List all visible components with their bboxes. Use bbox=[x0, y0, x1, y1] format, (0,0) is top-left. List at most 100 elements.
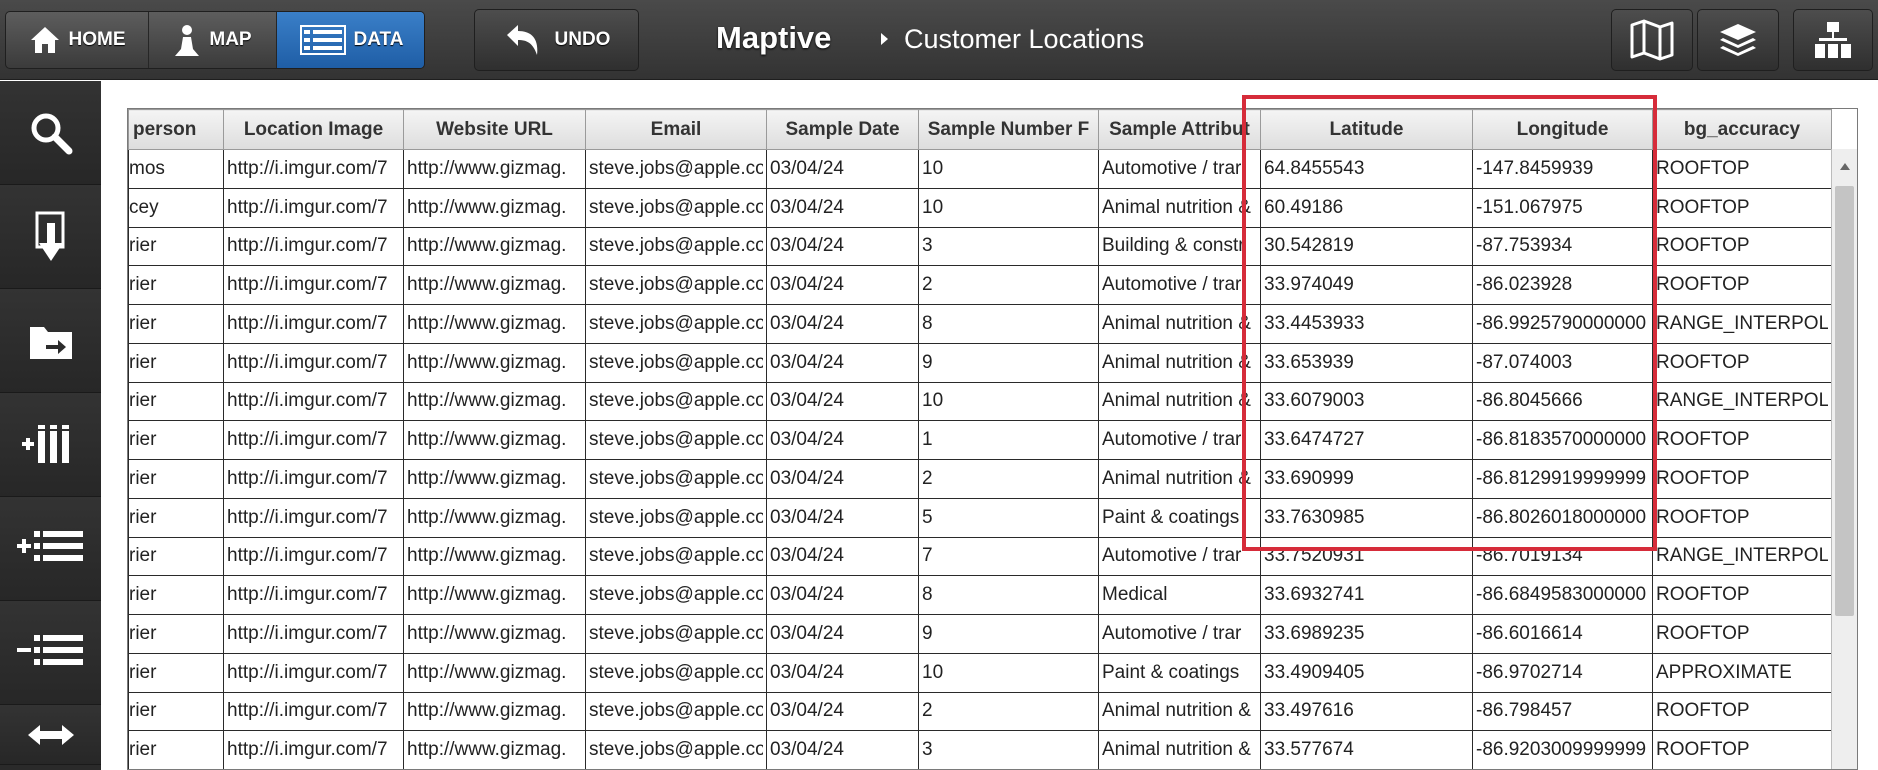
table-cell[interactable]: http://www.gizmag. bbox=[403, 459, 586, 499]
table-cell[interactable]: -86.8026018000000 bbox=[1472, 497, 1653, 538]
table-cell[interactable]: steve.jobs@apple.co bbox=[585, 575, 767, 615]
column-header[interactable]: Location Image bbox=[223, 109, 404, 150]
table-cell[interactable]: http://i.imgur.com/7 bbox=[223, 614, 404, 654]
table-cell[interactable]: http://i.imgur.com/7 bbox=[223, 381, 404, 422]
hierarchy-button[interactable] bbox=[1793, 9, 1873, 71]
table-cell[interactable]: http://www.gizmag. bbox=[403, 652, 586, 693]
table-cell[interactable]: 8 bbox=[918, 304, 1099, 344]
table-cell[interactable]: Building & constr bbox=[1098, 226, 1261, 267]
table-cell[interactable]: 03/04/24 bbox=[766, 575, 919, 615]
table-row[interactable]: rier http://i.imgur.com/7 http://www.gizma… bbox=[128, 614, 1832, 654]
table-cell[interactable]: http://i.imgur.com/7 bbox=[223, 691, 404, 732]
table-cell[interactable]: http://i.imgur.com/7 bbox=[223, 536, 404, 577]
table-cell[interactable]: 10 bbox=[918, 652, 1099, 693]
table-cell[interactable]: 1 bbox=[918, 420, 1099, 460]
resize-columns-button[interactable] bbox=[0, 705, 101, 765]
table-cell[interactable]: http://i.imgur.com/7 bbox=[223, 342, 404, 383]
table-cell[interactable]: Automotive / trar bbox=[1098, 536, 1261, 577]
table-cell[interactable]: 33.974049 bbox=[1260, 265, 1473, 305]
table-row[interactable]: rier http://i.imgur.com/7 http://www.gizma… bbox=[128, 575, 1832, 615]
table-cell[interactable]: 10 bbox=[918, 187, 1099, 228]
table-cell[interactable]: 2 bbox=[918, 265, 1099, 305]
map-view-button[interactable] bbox=[1611, 9, 1693, 71]
table-cell[interactable]: http://www.gizmag. bbox=[403, 381, 586, 422]
table-cell[interactable]: 3 bbox=[918, 730, 1099, 769]
table-cell[interactable]: -87.753934 bbox=[1472, 226, 1653, 267]
column-header[interactable]: Sample Date bbox=[766, 109, 919, 150]
table-cell[interactable]: Automotive / trar bbox=[1098, 265, 1261, 305]
table-cell[interactable]: Animal nutrition & bbox=[1098, 459, 1261, 499]
table-row[interactable]: rier http://i.imgur.com/7 http://www.gizma… bbox=[128, 652, 1832, 693]
table-cell[interactable]: -86.7019134 bbox=[1472, 536, 1653, 577]
table-cell[interactable]: Animal nutrition & bbox=[1098, 342, 1261, 383]
table-cell[interactable]: steve.jobs@apple.co bbox=[585, 187, 767, 228]
table-cell[interactable]: -86.9925790000000 bbox=[1472, 304, 1653, 344]
table-cell[interactable]: http://www.gizmag. bbox=[403, 226, 586, 267]
table-cell[interactable]: steve.jobs@apple.co bbox=[585, 459, 767, 499]
table-cell[interactable]: rier bbox=[128, 730, 224, 769]
scroll-up-arrow-icon[interactable] bbox=[1840, 163, 1850, 170]
table-cell[interactable]: -86.6016614 bbox=[1472, 614, 1653, 654]
table-cell[interactable]: steve.jobs@apple.co bbox=[585, 536, 767, 577]
table-cell[interactable]: http://i.imgur.com/7 bbox=[223, 459, 404, 499]
table-row[interactable]: rier http://i.imgur.com/7 http://www.gizma… bbox=[128, 304, 1832, 344]
table-cell[interactable]: rier bbox=[128, 497, 224, 538]
import-data-button[interactable] bbox=[0, 185, 101, 289]
table-cell[interactable]: Automotive / trar bbox=[1098, 614, 1261, 654]
table-cell[interactable]: steve.jobs@apple.co bbox=[585, 614, 767, 654]
table-cell[interactable]: steve.jobs@apple.co bbox=[585, 691, 767, 732]
table-cell[interactable]: rier bbox=[128, 265, 224, 305]
add-row-button[interactable] bbox=[0, 497, 101, 601]
table-cell[interactable]: ROOFTOP bbox=[1652, 497, 1832, 538]
table-cell[interactable]: Paint & coatings bbox=[1098, 497, 1261, 538]
table-cell[interactable]: ROOFTOP bbox=[1652, 420, 1832, 460]
column-header[interactable]: Latitude bbox=[1260, 109, 1473, 150]
table-cell[interactable]: http://www.gizmag. bbox=[403, 691, 586, 732]
table-cell[interactable]: -86.6849583000000 bbox=[1472, 575, 1653, 615]
table-cell[interactable]: 8 bbox=[918, 575, 1099, 615]
table-row[interactable]: rier http://i.imgur.com/7 http://www.gizma… bbox=[128, 536, 1832, 577]
table-cell[interactable]: ROOFTOP bbox=[1652, 187, 1832, 228]
table-cell[interactable]: RANGE_INTERPOLAT bbox=[1652, 304, 1832, 344]
table-cell[interactable]: 03/04/24 bbox=[766, 691, 919, 732]
data-button[interactable]: DATA bbox=[277, 12, 424, 68]
add-column-button[interactable] bbox=[0, 393, 101, 497]
column-header[interactable]: bg_accuracy bbox=[1652, 109, 1832, 150]
table-row[interactable]: rier http://i.imgur.com/7 http://www.gizma… bbox=[128, 381, 1832, 422]
table-cell[interactable]: http://i.imgur.com/7 bbox=[223, 652, 404, 693]
table-row[interactable]: rier http://i.imgur.com/7 http://www.gizma… bbox=[128, 459, 1832, 499]
table-cell[interactable]: http://i.imgur.com/7 bbox=[223, 226, 404, 267]
table-cell[interactable]: 33.497616 bbox=[1260, 691, 1473, 732]
table-cell[interactable]: Automotive / trar bbox=[1098, 420, 1261, 460]
table-cell[interactable]: 33.6932741 bbox=[1260, 575, 1473, 615]
table-cell[interactable]: rier bbox=[128, 614, 224, 654]
table-cell[interactable]: http://www.gizmag. bbox=[403, 730, 586, 769]
table-cell[interactable]: 2 bbox=[918, 459, 1099, 499]
breadcrumb-map-name[interactable]: Customer Locations bbox=[904, 24, 1144, 55]
table-cell[interactable]: -86.9702714 bbox=[1472, 652, 1653, 693]
table-cell[interactable]: steve.jobs@apple.co bbox=[585, 497, 767, 538]
table-cell[interactable]: APPROXIMATE bbox=[1652, 652, 1832, 693]
table-cell[interactable]: cey bbox=[128, 187, 224, 228]
table-cell[interactable]: -86.9203009999999 bbox=[1472, 730, 1653, 769]
table-cell[interactable]: 03/04/24 bbox=[766, 614, 919, 654]
table-cell[interactable]: rier bbox=[128, 226, 224, 267]
table-cell[interactable]: RANGE_INTERPOLAT bbox=[1652, 536, 1832, 577]
table-cell[interactable]: rier bbox=[128, 691, 224, 732]
table-cell[interactable]: 33.690999 bbox=[1260, 459, 1473, 499]
table-cell[interactable]: ROOFTOP bbox=[1652, 149, 1832, 189]
table-cell[interactable]: 33.6079003 bbox=[1260, 381, 1473, 422]
table-cell[interactable]: -86.8129919999999 bbox=[1472, 459, 1653, 499]
column-header[interactable]: Sample Attribut bbox=[1098, 109, 1261, 150]
table-cell[interactable]: 3 bbox=[918, 226, 1099, 267]
table-cell[interactable]: steve.jobs@apple.co bbox=[585, 304, 767, 344]
table-row[interactable]: rier http://i.imgur.com/7 http://www.gizma… bbox=[128, 730, 1832, 769]
remove-row-button[interactable] bbox=[0, 601, 101, 705]
table-cell[interactable]: 03/04/24 bbox=[766, 652, 919, 693]
table-cell[interactable]: 33.4909405 bbox=[1260, 652, 1473, 693]
table-cell[interactable]: ROOFTOP bbox=[1652, 459, 1832, 499]
table-cell[interactable]: 03/04/24 bbox=[766, 342, 919, 383]
table-cell[interactable]: -86.023928 bbox=[1472, 265, 1653, 305]
table-cell[interactable]: Animal nutrition & bbox=[1098, 691, 1261, 732]
table-cell[interactable]: RANGE_INTERPOLAT bbox=[1652, 381, 1832, 422]
